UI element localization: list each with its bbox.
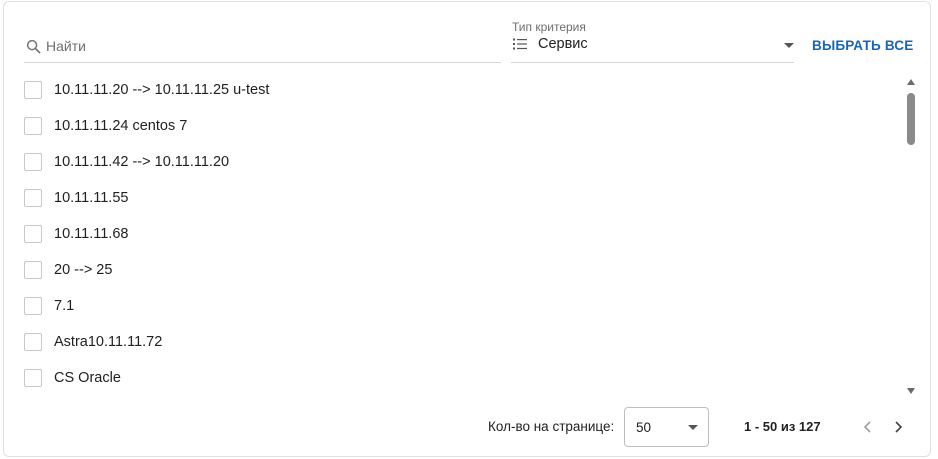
list-item-label: CS Oracle — [54, 370, 121, 386]
list-item-label: 20 --> 25 — [54, 262, 113, 278]
chevron-left-icon[interactable] — [860, 419, 876, 435]
criteria-type-select[interactable]: Тип критерия Сервис — [511, 18, 794, 63]
criteria-type-label: Тип критерия — [512, 20, 586, 34]
criteria-type-value: Сервис — [538, 36, 588, 52]
per-page-select[interactable]: 50 — [624, 407, 709, 447]
checkbox[interactable] — [24, 333, 42, 351]
criteria-selection-panel: Тип критерия Сервис ВЫБРАТЬ ВСЕ 10.11.11… — [3, 1, 931, 457]
per-page-value: 50 — [636, 420, 652, 435]
list-item-label: 7.1 — [54, 298, 75, 314]
list-item-label: 10.11.11.20 --> 10.11.11.25 u-test — [54, 82, 270, 98]
list-item[interactable]: 10.11.11.55 — [22, 180, 902, 216]
list-item-label: 10.11.11.42 --> 10.11.11.20 — [54, 154, 230, 170]
list-item[interactable]: 10.11.11.42 --> 10.11.11.20 — [22, 144, 902, 180]
scrollbar-thumb[interactable] — [907, 93, 915, 145]
search-input[interactable] — [46, 36, 486, 56]
pagination-range: 1 - 50 из 127 — [744, 419, 821, 434]
list-item-label: Astra10.11.11.72 — [54, 334, 163, 350]
chevron-down-icon — [784, 43, 794, 48]
list-item-label: 10.11.11.55 — [54, 190, 129, 206]
list-item[interactable]: 10.11.11.20 --> 10.11.11.25 u-test — [22, 72, 902, 108]
list-item[interactable]: Astra10.11.11.72 — [22, 324, 902, 360]
checkbox[interactable] — [24, 189, 42, 207]
checkbox[interactable] — [24, 153, 42, 171]
list-icon — [513, 38, 527, 50]
search-field[interactable] — [24, 32, 501, 63]
list-item[interactable]: CS Oracle — [22, 360, 902, 392]
search-icon — [26, 39, 41, 54]
checkbox[interactable] — [24, 261, 42, 279]
list-item[interactable]: 7.1 — [22, 288, 902, 324]
checkbox[interactable] — [24, 81, 42, 99]
list-item[interactable]: 10.11.11.24 centos 7 — [22, 108, 902, 144]
chevron-down-icon — [688, 425, 698, 430]
scroll-down-icon[interactable] — [907, 388, 915, 394]
list-item[interactable]: 10.11.11.68 — [22, 216, 902, 252]
select-all-button[interactable]: ВЫБРАТЬ ВСЕ — [812, 38, 913, 53]
chevron-right-icon[interactable] — [890, 419, 906, 435]
checkbox[interactable] — [24, 297, 42, 315]
items-list: 10.11.11.20 --> 10.11.11.25 u-test 10.11… — [22, 72, 902, 392]
list-item[interactable]: 20 --> 25 — [22, 252, 902, 288]
checkbox[interactable] — [24, 225, 42, 243]
list-item-label: 10.11.11.24 centos 7 — [54, 118, 188, 134]
vertical-scrollbar[interactable] — [904, 77, 918, 394]
checkbox[interactable] — [24, 117, 42, 135]
checkbox[interactable] — [24, 369, 42, 387]
list-item-label: 10.11.11.68 — [54, 226, 129, 242]
per-page-label: Кол-во на странице: — [488, 419, 615, 434]
scroll-up-icon[interactable] — [907, 79, 915, 85]
